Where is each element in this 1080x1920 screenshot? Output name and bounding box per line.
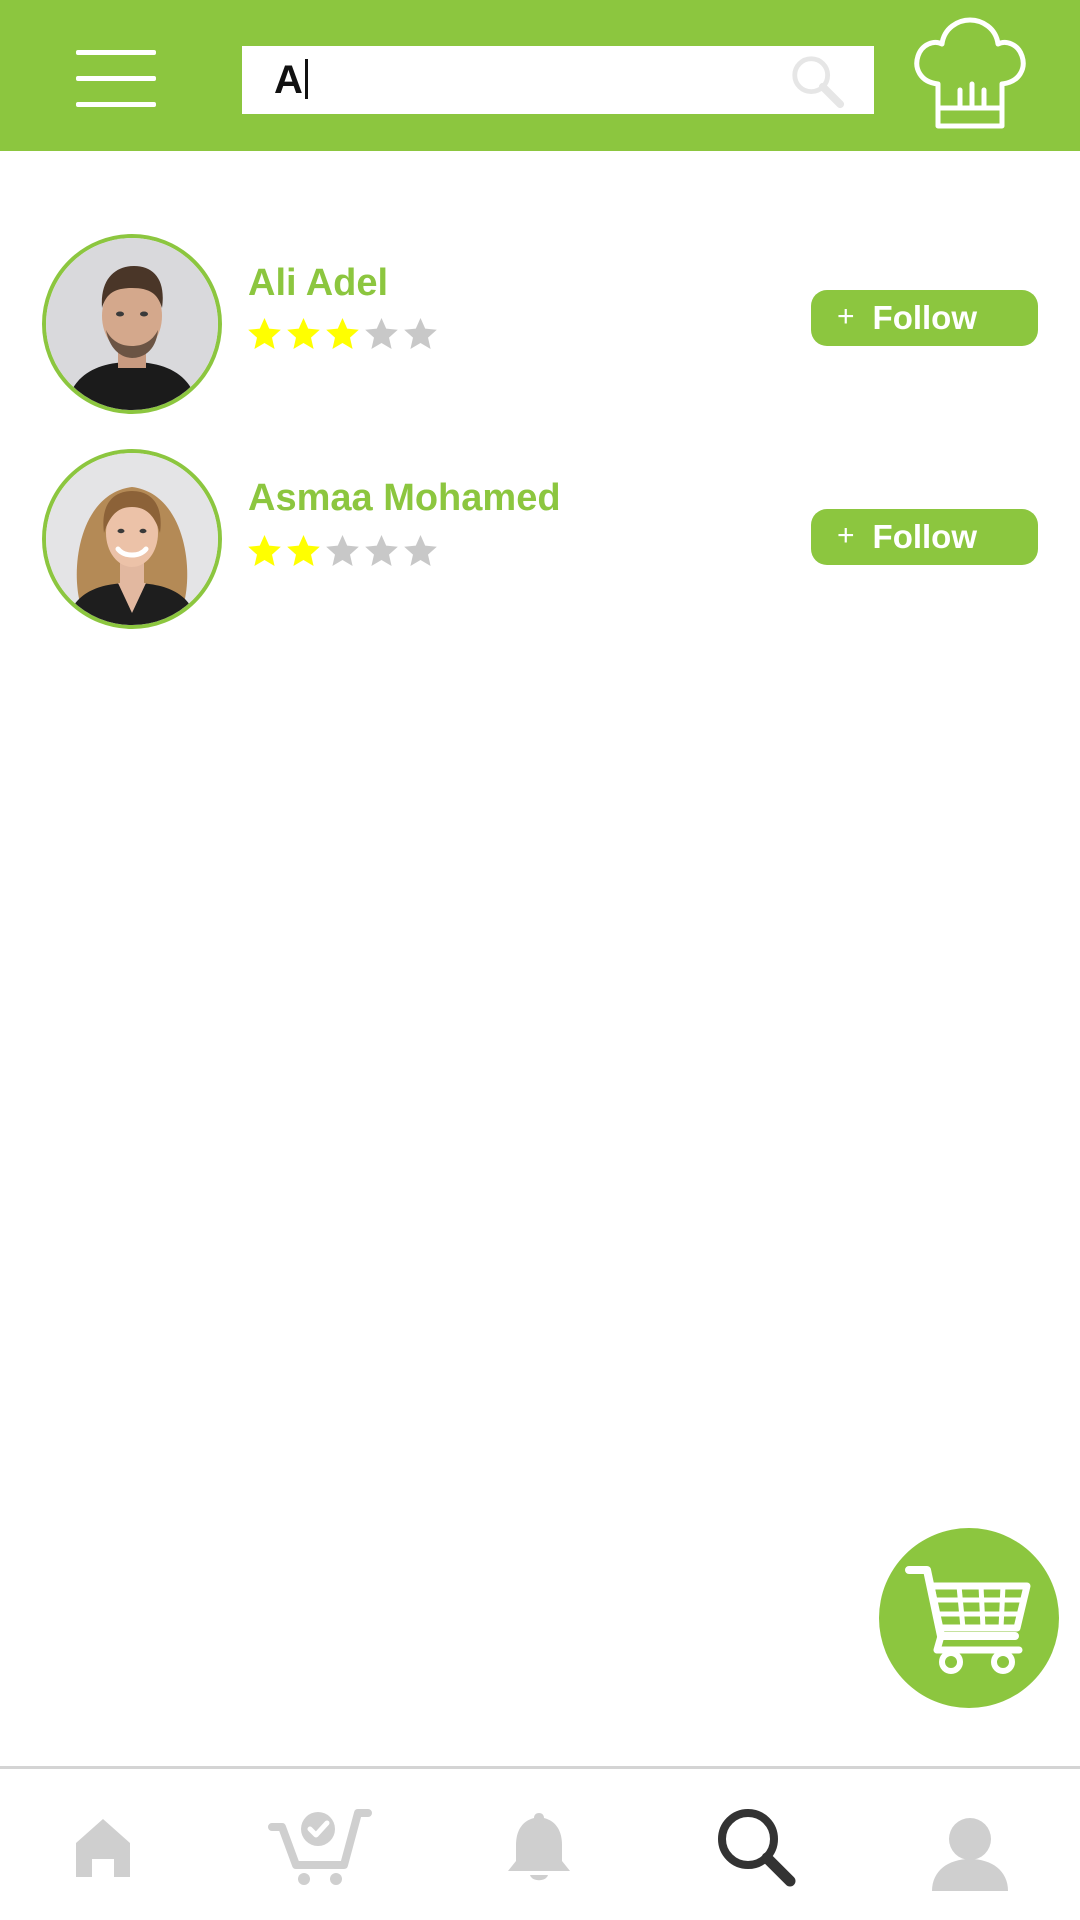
- search-icon: [718, 1809, 796, 1887]
- chef-hat-icon[interactable]: [910, 16, 1030, 134]
- bell-icon: [508, 1813, 570, 1881]
- avatar[interactable]: [42, 449, 222, 629]
- nav-item-orders[interactable]: [216, 1769, 432, 1920]
- bottom-navigation: [0, 1766, 1080, 1920]
- text-caret: [304, 59, 308, 100]
- follow-button[interactable]: + Follow: [811, 509, 1038, 565]
- rating-stars: [246, 316, 439, 356]
- follow-label: Follow: [872, 518, 978, 555]
- floating-cart-button[interactable]: [879, 1528, 1059, 1708]
- star-filled-icon: [248, 318, 281, 349]
- follow-label: Follow: [872, 299, 978, 336]
- avatar[interactable]: [42, 234, 222, 414]
- user-name[interactable]: Asmaa Mohamed: [248, 477, 561, 520]
- plus-icon: +: [837, 299, 855, 333]
- user-name[interactable]: Ali Adel: [248, 262, 388, 305]
- list-item[interactable]: Ali Adel + Follow: [0, 234, 1080, 418]
- star-empty-icon: [365, 535, 398, 566]
- star-empty-icon: [404, 318, 437, 349]
- cart-check-icon: [268, 1809, 372, 1885]
- user-icon: [932, 1818, 1008, 1891]
- list-item[interactable]: Asmaa Mohamed + Follow: [0, 449, 1080, 633]
- nav-item-profile[interactable]: [864, 1769, 1080, 1920]
- follow-button[interactable]: + Follow: [811, 290, 1038, 346]
- star-empty-icon: [326, 535, 359, 566]
- star-empty-icon: [365, 318, 398, 349]
- search-icon[interactable]: [788, 52, 846, 110]
- nav-item-home[interactable]: [0, 1769, 216, 1920]
- home-icon: [76, 1819, 130, 1877]
- hamburger-menu-icon[interactable]: [60, 38, 174, 122]
- star-filled-icon: [287, 535, 320, 566]
- shopping-cart-icon: [905, 1566, 1031, 1674]
- star-filled-icon: [248, 535, 281, 566]
- star-empty-icon: [404, 535, 437, 566]
- search-input[interactable]: A: [274, 46, 308, 114]
- search-field[interactable]: A: [242, 46, 874, 114]
- rating-stars: [246, 533, 439, 573]
- star-filled-icon: [287, 318, 320, 349]
- nav-item-search[interactable]: [648, 1769, 864, 1920]
- star-filled-icon: [326, 318, 359, 349]
- app-screen: A Ali Adel + Follow Asmaa Mohamed + Foll…: [0, 0, 1080, 1920]
- nav-item-notifications[interactable]: [432, 1769, 648, 1920]
- plus-icon: +: [837, 518, 855, 552]
- top-bar: A: [0, 0, 1080, 151]
